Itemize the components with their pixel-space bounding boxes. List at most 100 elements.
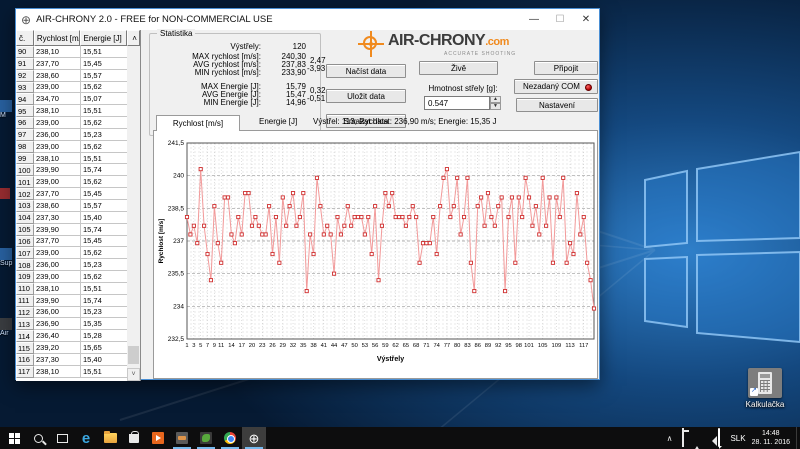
row-header[interactable]: 115 [16, 342, 34, 354]
table-row[interactable]: 93239,0015,62 [16, 82, 128, 94]
table-row[interactable]: 90238,1015,51 [16, 46, 128, 58]
row-header[interactable]: 113 [16, 318, 34, 330]
velocity-cell[interactable]: 237,70 [34, 58, 81, 70]
row-header[interactable]: 100 [16, 164, 34, 176]
wifi-icon[interactable] [692, 429, 702, 447]
desktop-icon-fragment[interactable]: M [0, 100, 13, 119]
velocity-cell[interactable]: 239,20 [34, 342, 81, 354]
taskbar-app-green-icon[interactable] [194, 427, 218, 449]
velocity-cell[interactable]: 239,90 [34, 164, 81, 176]
velocity-cell[interactable]: 239,90 [34, 224, 81, 236]
energy-cell[interactable]: 15,23 [81, 259, 128, 271]
energy-cell[interactable]: 15,40 [81, 354, 128, 366]
row-header[interactable]: 90 [16, 46, 34, 58]
table-row[interactable]: 103238,6015,57 [16, 200, 128, 212]
taskbar-app-orange-icon[interactable] [170, 427, 194, 449]
energy-cell[interactable]: 15,57 [81, 70, 128, 82]
table-row[interactable]: 110238,1015,51 [16, 283, 128, 295]
energy-cell[interactable]: 15,65 [81, 342, 128, 354]
scroll-down-button[interactable]: ˅ [127, 368, 140, 381]
row-header[interactable]: 116 [16, 354, 34, 366]
velocity-cell[interactable]: 237,30 [34, 212, 81, 224]
table-row[interactable]: 106237,7015,45 [16, 236, 128, 248]
table-row[interactable]: 91237,7015,45 [16, 58, 128, 70]
energy-cell[interactable]: 15,74 [81, 224, 128, 236]
row-header[interactable]: 107 [16, 247, 34, 259]
energy-cell[interactable]: 15,51 [81, 105, 128, 117]
stepper-down-icon[interactable]: ▼ [490, 103, 501, 110]
live-button[interactable]: Živě [419, 61, 498, 75]
energy-cell[interactable]: 15,51 [81, 46, 128, 58]
pellet-weight-stepper[interactable]: ▲ ▼ [490, 96, 501, 110]
row-header[interactable]: 101 [16, 176, 34, 188]
table-row[interactable]: 113236,9015,35 [16, 318, 128, 330]
row-header[interactable]: 109 [16, 271, 34, 283]
row-header[interactable]: 111 [16, 295, 34, 307]
table-row[interactable]: 104237,3015,40 [16, 212, 128, 224]
velocity-cell[interactable]: 239,00 [34, 82, 81, 94]
energy-cell[interactable]: 15,62 [81, 176, 128, 188]
row-header[interactable]: 103 [16, 200, 34, 212]
velocity-cell[interactable]: 237,30 [34, 354, 81, 366]
row-header[interactable]: 96 [16, 117, 34, 129]
column-header-velocity[interactable]: Rychlost [m/s] [34, 30, 81, 46]
velocity-cell[interactable]: 238,60 [34, 200, 81, 212]
load-data-button[interactable]: Načíst data [326, 64, 406, 78]
row-header[interactable]: 99 [16, 153, 34, 165]
taskbar-start-button[interactable] [2, 427, 26, 449]
row-header[interactable]: 102 [16, 188, 34, 200]
tab-velocity[interactable]: Rychlost [m/s] [156, 115, 240, 131]
velocity-cell[interactable]: 239,00 [34, 117, 81, 129]
table-row[interactable]: 102237,7015,45 [16, 188, 128, 200]
row-header[interactable]: 95 [16, 105, 34, 117]
table-row[interactable]: 114236,4015,28 [16, 330, 128, 342]
action-center-icon[interactable] [718, 429, 720, 447]
table-row[interactable]: 101239,0015,62 [16, 176, 128, 188]
velocity-cell[interactable]: 238,10 [34, 366, 81, 378]
taskbar-edge-icon[interactable]: e [74, 427, 98, 449]
maximize-button[interactable]: ☐ [547, 9, 573, 30]
energy-cell[interactable]: 15,23 [81, 129, 128, 141]
energy-cell[interactable]: 15,62 [81, 141, 128, 153]
row-header[interactable]: 92 [16, 70, 34, 82]
row-header[interactable]: 108 [16, 259, 34, 271]
velocity-cell[interactable]: 236,00 [34, 259, 81, 271]
taskbar-task-view-icon[interactable] [50, 427, 74, 449]
energy-cell[interactable]: 15,45 [81, 188, 128, 200]
table-row[interactable]: 115239,2015,65 [16, 342, 128, 354]
velocity-cell[interactable]: 238,10 [34, 153, 81, 165]
velocity-cell[interactable]: 234,70 [34, 93, 81, 105]
table-row[interactable]: 98239,0015,62 [16, 141, 128, 153]
language-indicator[interactable]: SLK [730, 434, 745, 443]
table-scrollbar[interactable]: ˅ [127, 46, 140, 381]
taskbar-air-chrony-icon[interactable]: ⊕ [242, 427, 266, 449]
window-titlebar[interactable]: ⊕ AIR-CHRONY 2.0 - FREE for NON-COMMERCI… [16, 9, 599, 30]
minimize-button[interactable]: — [521, 9, 547, 30]
table-row[interactable]: 97236,0015,23 [16, 129, 128, 141]
energy-cell[interactable]: 15,51 [81, 366, 128, 378]
velocity-cell[interactable]: 239,00 [34, 247, 81, 259]
com-status-button[interactable]: Nezadaný COM [514, 79, 598, 94]
row-header[interactable]: 112 [16, 307, 34, 319]
row-header[interactable]: 98 [16, 141, 34, 153]
velocity-cell[interactable]: 236,00 [34, 307, 81, 319]
table-row[interactable]: 94234,7015,07 [16, 93, 128, 105]
tab-energy[interactable]: Energie [J] [259, 117, 297, 126]
energy-cell[interactable]: 15,74 [81, 164, 128, 176]
energy-cell[interactable]: 15,57 [81, 200, 128, 212]
table-row[interactable]: 100239,9015,74 [16, 164, 128, 176]
table-row[interactable]: 96239,0015,62 [16, 117, 128, 129]
energy-cell[interactable]: 15,45 [81, 236, 128, 248]
velocity-cell[interactable]: 238,60 [34, 70, 81, 82]
energy-cell[interactable]: 15,62 [81, 247, 128, 259]
scroll-up-button[interactable]: ˄ [127, 30, 140, 46]
scrollbar-thumb[interactable] [128, 346, 139, 364]
velocity-cell[interactable]: 236,00 [34, 129, 81, 141]
battery-icon[interactable] [682, 429, 684, 447]
row-header[interactable]: 106 [16, 236, 34, 248]
velocity-cell[interactable]: 237,70 [34, 188, 81, 200]
row-header[interactable]: 91 [16, 58, 34, 70]
table-row[interactable]: 117238,1015,51 [16, 366, 128, 378]
velocity-cell[interactable]: 237,70 [34, 236, 81, 248]
column-header-energy[interactable]: Energie [J] [80, 30, 127, 46]
